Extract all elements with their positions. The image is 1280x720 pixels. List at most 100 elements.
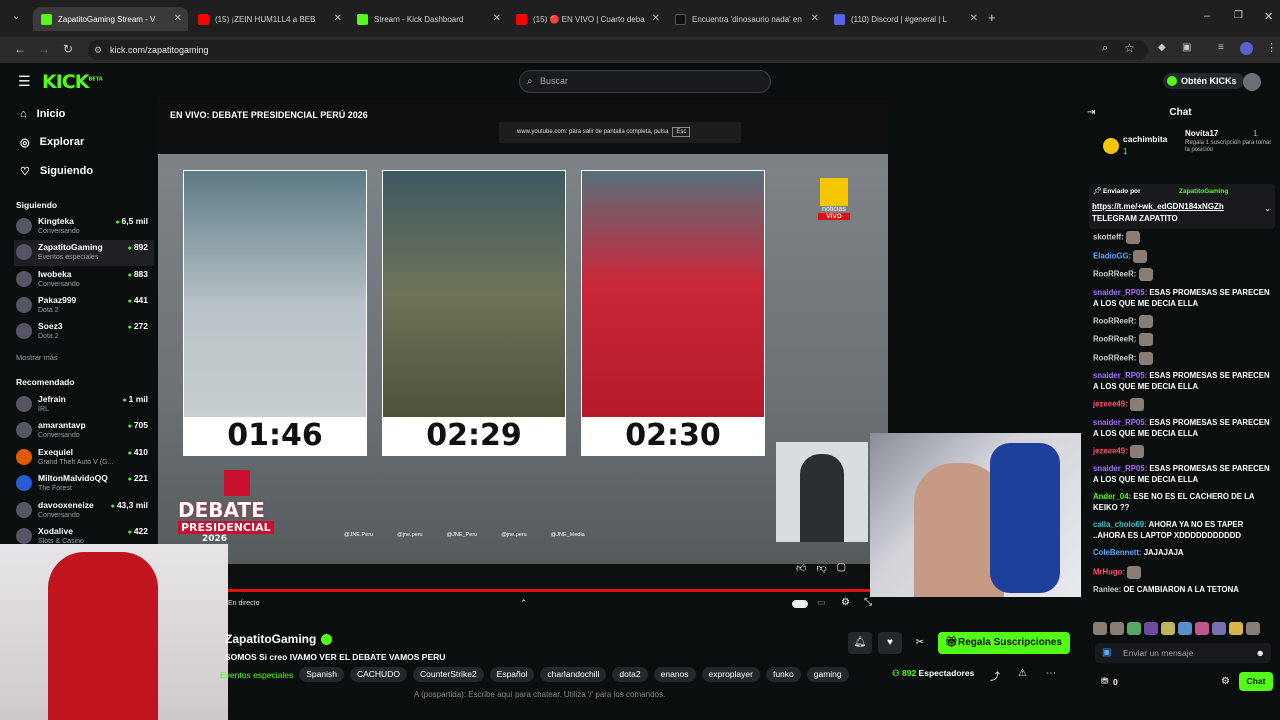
sidebar-channel[interactable]: MiltonMalvidoQQThe Forest221 [14, 471, 154, 497]
browser-menu-icon[interactable]: ⋮ [1266, 41, 1277, 54]
sidebar-channel[interactable]: IwobekaConversando883 [14, 267, 154, 293]
report-icon[interactable]: ⚠ [1018, 668, 1027, 679]
like-icon[interactable]: 👍︎ [796, 562, 806, 574]
sidebar-channel[interactable]: ExequielGrand Theft Auto V (G...410 [14, 445, 154, 471]
chat-username[interactable]: RooRReeR: [1093, 270, 1136, 279]
tag[interactable]: exproplayer [701, 667, 760, 682]
pinned-message[interactable]: 📌︎ Enviado por ZapatitoGaming https://t.… [1089, 184, 1275, 229]
subtitles-icon[interactable]: ▭ [817, 597, 826, 608]
sticker-icon[interactable]: ▣ [1102, 643, 1111, 663]
forward-button[interactable]: → [33, 42, 55, 56]
category-link[interactable]: Eventos especiales [220, 670, 293, 680]
chat-username[interactable]: jezeee49: [1093, 400, 1128, 409]
bookmark-star-icon[interactable]: ☆ [1124, 41, 1135, 55]
streamer-name[interactable]: ZapatitoGaming [225, 632, 445, 646]
sidebar-item-siguiendo[interactable]: ♡ Siguiendo [20, 165, 93, 178]
autoplay-toggle[interactable] [792, 600, 808, 608]
emote-icon[interactable] [1246, 622, 1260, 635]
settings-gear-icon[interactable]: ⚙ [841, 597, 850, 608]
tag[interactable]: gaming [806, 667, 849, 682]
user-avatar[interactable] [1243, 73, 1261, 91]
tag[interactable]: CACHUDO [349, 667, 407, 682]
share-icon[interactable]: ⤴ [990, 668, 1000, 683]
tab-discord[interactable]: (110) Discord | #general | L ✕ [826, 7, 984, 31]
sidebar-item-explorar[interactable]: ◎ Explorar [20, 136, 84, 149]
tab-youtube-2[interactable]: (15) 🔴 EN VIVO | Cuarto deba ✕ [508, 7, 666, 31]
chat-username[interactable]: Ander_04: [1093, 492, 1131, 501]
chat-username[interactable]: calla_cholo69: [1093, 520, 1147, 529]
send-chat-button[interactable]: Chat [1239, 672, 1273, 691]
chat-message-input[interactable]: ▣ Enviar un mensaje ☻ [1095, 643, 1271, 663]
emote-icon[interactable] [1195, 622, 1209, 635]
extension-icon[interactable]: ◆ [1158, 42, 1166, 53]
sidebar-channel[interactable]: ZapatitoGamingEventos especiales892 [14, 240, 154, 266]
chat-username[interactable]: RooRReeR: [1093, 335, 1136, 344]
follow-heart-button[interactable]: ♥ [878, 632, 902, 654]
chat-username[interactable]: jezeee49: [1093, 446, 1128, 455]
kick-logo[interactable]: KICKBETA [42, 71, 103, 93]
chat-username[interactable]: skotteff: [1093, 233, 1124, 242]
chat-username[interactable]: EladioGG: [1093, 251, 1131, 260]
sidebar-channel[interactable]: JefrainIRL1 mil [14, 392, 154, 418]
chevron-up-icon[interactable]: ⌃ [520, 598, 528, 609]
emote-icon[interactable] [1093, 622, 1107, 635]
sidebar-channel[interactable]: davooxeneizeConversando43,3 mil [14, 498, 154, 524]
emote-icon[interactable] [1127, 622, 1141, 635]
gift-subscriptions-button[interactable]: 🎁︎ Regala Suscripciones [938, 632, 1070, 654]
notifications-bell-icon[interactable]: 🔔︎ [848, 632, 872, 654]
tag[interactable]: charlandochill [540, 667, 607, 682]
chat-username[interactable]: RooRReeR: [1093, 353, 1136, 362]
zoom-icon[interactable]: ⌕ [1102, 42, 1108, 55]
get-kicks-button[interactable]: Obtén KICKs [1163, 73, 1244, 89]
profile-avatar[interactable] [1240, 42, 1253, 55]
tab-tiktok[interactable]: Encuentra 'dinosaurio nada' en ✕ [667, 7, 825, 31]
chat-username[interactable]: snaider_RP05: [1093, 371, 1147, 380]
extensions-puzzle-icon[interactable]: ▣ [1182, 42, 1191, 53]
chat-username[interactable]: ColeBennett: [1093, 548, 1142, 557]
sidebar-channel[interactable]: amarantavpConversando705 [14, 418, 154, 444]
video-player[interactable]: EN VIVO: DEBATE PRESIDENCIAL PERÚ 2026 w… [158, 100, 888, 592]
sidebar-channel[interactable]: KingtekaConversando6,5 mil [14, 214, 154, 240]
emote-icon[interactable] [1110, 622, 1124, 635]
tag[interactable]: Español [489, 667, 535, 682]
close-window-button[interactable]: ✕ [1264, 10, 1273, 23]
more-options-icon[interactable]: ⋯ [1046, 668, 1056, 679]
maximize-button[interactable]: ❐ [1234, 10, 1243, 21]
site-info-icon[interactable]: ⚙ [94, 40, 102, 60]
chat-username[interactable]: RooRReeR: [1093, 316, 1136, 325]
reload-button[interactable]: ↻ [57, 42, 79, 56]
comment-icon[interactable]: ▢ [837, 562, 846, 574]
tag[interactable]: dota2 [612, 667, 648, 682]
emote-icon[interactable] [1161, 622, 1175, 635]
emote-icon[interactable] [1212, 622, 1226, 635]
tag[interactable]: CounterStrike2 [412, 667, 484, 682]
pinned-link[interactable]: https://t.me/+wk_edGDN184xNGZh [1092, 202, 1224, 211]
close-tab-icon[interactable]: ✕ [493, 13, 501, 24]
chat-username[interactable]: snaider_RP05: [1093, 418, 1147, 427]
chat-username[interactable]: snaider_RP05: [1093, 464, 1147, 473]
tag[interactable]: enanos [653, 667, 696, 682]
sidebar-channel[interactable]: Pakaz999Dota 2441 [14, 293, 154, 319]
new-tab-button[interactable]: + [988, 10, 996, 25]
clip-icon[interactable]: ✂ [908, 632, 932, 654]
chat-username[interactable]: snaider_RP05: [1093, 288, 1147, 297]
chat-settings-gear-icon[interactable]: ⚙ [1221, 676, 1230, 687]
tab-search-icon[interactable]: ⌄ [12, 11, 20, 22]
sidebar-item-inicio[interactable]: ⌂ Inicio [20, 108, 65, 120]
sidebar-channel[interactable]: Soez3Dota 2272 [14, 319, 154, 345]
minimize-button[interactable]: – [1204, 10, 1210, 22]
channel-points-icon[interactable]: ⛃ [1101, 676, 1109, 687]
emote-icon[interactable] [1229, 622, 1243, 635]
close-tab-icon[interactable]: ✕ [811, 13, 819, 24]
emote-icon[interactable] [1178, 622, 1192, 635]
hamburger-menu-icon[interactable]: ☰ [18, 73, 31, 90]
tab-kick-dashboard[interactable]: Stream - Kick Dashboard ✕ [349, 7, 507, 31]
show-more-link[interactable]: Mostrar más [16, 353, 58, 362]
emoji-icon[interactable]: ☻ [1256, 643, 1265, 663]
tab-youtube-1[interactable]: (15) ¡ZEIN HUM1LL4 a BEB ✕ [190, 7, 348, 31]
tag[interactable]: Spanish [299, 667, 344, 682]
chat-username[interactable]: Ranlee: [1093, 585, 1121, 594]
close-tab-icon[interactable]: ✕ [174, 13, 182, 24]
emote-icon[interactable] [1144, 622, 1158, 635]
close-tab-icon[interactable]: ✕ [334, 13, 342, 24]
